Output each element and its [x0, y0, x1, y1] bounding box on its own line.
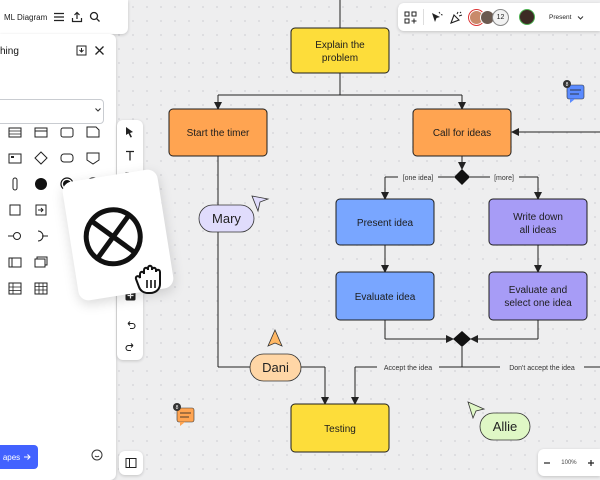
- cursor-allie-label: Allie: [493, 419, 518, 434]
- cursor-dani: Dani: [249, 329, 302, 382]
- cursor-mary-label: Mary: [212, 211, 241, 226]
- edge-label-one-idea[interactable]: [one idea]: [403, 175, 434, 182]
- search-icon[interactable]: [89, 11, 101, 23]
- share-upload-icon[interactable]: [71, 11, 83, 23]
- edge-label-accept[interactable]: Accept the idea: [384, 365, 432, 372]
- apps-grid-icon[interactable]: [404, 11, 417, 24]
- undo-icon[interactable]: [125, 320, 136, 330]
- shape-interface-icon[interactable]: [6, 227, 24, 245]
- shape-bar-icon[interactable]: [6, 175, 24, 193]
- chevron-down-icon[interactable]: [94, 106, 102, 114]
- node-write-line1: Write down: [513, 212, 563, 223]
- comment-bubble-bottom[interactable]: 8: [173, 403, 195, 426]
- select-cursor-icon[interactable]: [125, 126, 135, 138]
- shape-rounded-rect-icon[interactable]: [58, 123, 76, 141]
- shape-required-icon[interactable]: [32, 227, 50, 245]
- feedback-icon[interactable]: [91, 449, 103, 461]
- comment-top-count: 8: [566, 82, 569, 88]
- merge-diamond-bottom[interactable]: [453, 331, 471, 347]
- shape-stack-icon[interactable]: [32, 253, 50, 271]
- toolbar-divider: [423, 9, 424, 25]
- shape-frame-icon[interactable]: [6, 253, 24, 271]
- close-icon[interactable]: [94, 45, 105, 56]
- shape-port-icon[interactable]: [32, 201, 50, 219]
- shape-table-icon[interactable]: [6, 279, 24, 297]
- node-evalsel-line2: select one idea: [504, 298, 572, 309]
- node-present-text: Present idea: [357, 218, 414, 229]
- arrow-right-icon: [23, 453, 31, 461]
- reactions-cursor-icon[interactable]: [430, 11, 443, 24]
- node-write-line2: all ideas: [520, 225, 557, 236]
- decision-diamond-top[interactable]: [454, 169, 470, 185]
- shape-square-icon[interactable]: [6, 201, 24, 219]
- node-timer-text: Start the timer: [187, 128, 250, 139]
- shape-entity-icon[interactable]: [6, 123, 24, 141]
- cursor-mary: Mary: [198, 195, 270, 233]
- zoom-in-icon[interactable]: [587, 459, 595, 467]
- shape-note-icon[interactable]: [84, 123, 102, 141]
- zoom-level[interactable]: 100%: [561, 460, 576, 466]
- node-ideas-text: Call for ideas: [433, 128, 491, 139]
- cursor-dani-label: Dani: [262, 360, 289, 375]
- shape-component-icon[interactable]: [6, 149, 24, 167]
- sidebar-toggle-icon: [125, 457, 137, 469]
- present-chevron-down-icon[interactable]: [577, 14, 584, 21]
- redo-icon[interactable]: [125, 342, 136, 352]
- shape-filled-circle-icon[interactable]: [32, 175, 50, 193]
- more-shapes-label: apes: [2, 452, 21, 462]
- comment-bubble-top[interactable]: 8: [563, 80, 585, 103]
- shape-shield-icon[interactable]: [84, 149, 102, 167]
- node-evaluate-text: Evaluate idea: [355, 292, 416, 303]
- toggle-panel-button[interactable]: [119, 451, 143, 475]
- grab-hand-cursor-icon: [132, 258, 172, 296]
- more-shapes-button[interactable]: apes: [0, 445, 38, 469]
- shape-class-icon[interactable]: [32, 123, 50, 141]
- text-tool-icon[interactable]: [125, 150, 135, 161]
- menu-icon[interactable]: [53, 11, 65, 23]
- user-avatar[interactable]: [519, 9, 535, 25]
- edge-label-dont-accept[interactable]: Don't accept the idea: [509, 365, 575, 372]
- comment-bottom-count: 8: [176, 405, 179, 411]
- library-search-input[interactable]: [0, 99, 104, 124]
- cursor-allie-arrow-icon: [467, 401, 486, 420]
- shape-diamond-icon[interactable]: [32, 149, 50, 167]
- library-title: hing: [0, 46, 19, 57]
- zoom-out-icon[interactable]: [543, 459, 551, 467]
- node-evalsel-line1: Evaluate and: [509, 285, 567, 296]
- node-testing-text: Testing: [324, 424, 356, 435]
- board-title[interactable]: ML Diagram: [4, 13, 47, 22]
- celebrate-icon[interactable]: [449, 11, 463, 24]
- node-explain-line2: problem: [322, 53, 358, 64]
- node-evaluate-select[interactable]: [488, 271, 588, 321]
- cursor-dani-arrow-icon: [267, 329, 283, 347]
- present-button[interactable]: Present: [549, 14, 571, 21]
- collaborator-avatars[interactable]: 12: [469, 8, 509, 26]
- zoom-controls: 100%: [538, 449, 600, 476]
- top-right-toolbar: 12 Present: [398, 3, 600, 31]
- library-pin-icon[interactable]: [76, 45, 87, 56]
- collaborator-count-badge[interactable]: 12: [492, 8, 509, 26]
- title-bar: ML Diagram: [0, 0, 128, 34]
- shape-grid-table-icon[interactable]: [32, 279, 50, 297]
- cursor-mary-arrow-icon: [251, 195, 270, 213]
- node-explain-line1: Explain the: [315, 40, 365, 51]
- cursor-allie: Allie: [467, 401, 531, 441]
- shape-pill-icon[interactable]: [58, 149, 76, 167]
- edge-label-more[interactable]: [more]: [494, 175, 514, 182]
